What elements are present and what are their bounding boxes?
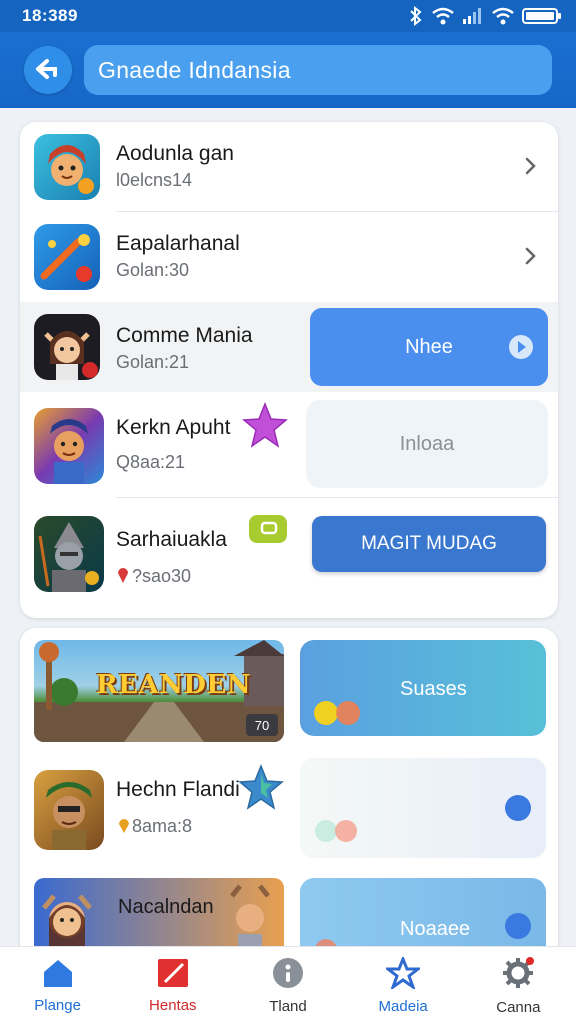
dots-icon — [312, 700, 366, 732]
wifi-strength-icon — [492, 7, 514, 25]
app-bar: Gnaede Idndansia — [0, 32, 576, 108]
card-label: Noaaee — [400, 918, 471, 940]
signal-icon — [462, 7, 484, 25]
status-time: 18:389 — [22, 6, 78, 25]
home-icon — [41, 958, 75, 993]
list-item[interactable]: Eapalarhanal Golan:30 — [20, 212, 558, 302]
game-icon — [34, 314, 100, 380]
item-action-button[interactable]: Inloaa — [306, 400, 548, 488]
nav-label: Hentas — [149, 996, 197, 1014]
item-subtitle: Golan:30 — [116, 260, 190, 280]
page-title: Gnaede Idndansia — [98, 56, 291, 83]
star-badge-icon — [238, 763, 284, 815]
nav-label: Tland — [269, 997, 307, 1015]
button-label: Inloaa — [399, 432, 455, 455]
status-dot-icon — [504, 912, 532, 946]
game-list-card: Aodunla gan l0elcns14 Eapalarhanal Golan… — [20, 122, 558, 618]
banner-badge: 70 — [246, 714, 278, 736]
button-label: MAGIT MUDAG — [361, 533, 497, 554]
game-icon — [34, 134, 100, 200]
game-icon — [34, 224, 100, 290]
item-title: Sarhaiuakla — [116, 528, 227, 551]
nav-item-hentas[interactable]: Hentas — [123, 958, 223, 1014]
item-subtitle: Golan:21 — [116, 352, 190, 372]
banner-title: REANDEN — [96, 670, 251, 700]
game-icon — [34, 516, 104, 592]
status-bar: 18:389 — [0, 0, 576, 32]
card-label: Suases — [400, 678, 467, 700]
back-arrow-icon — [35, 58, 61, 83]
list-item[interactable]: Kerkn Apuht Q8aa:21 Inloaa — [20, 392, 558, 498]
item-title: Comme Mania — [116, 324, 253, 347]
item-title: Eapalarhanal — [116, 232, 240, 255]
item-subtitle: 8ama:8 — [132, 816, 193, 836]
nav-item-canna[interactable]: Canna — [468, 956, 568, 1016]
list-item[interactable]: Aodunla gan l0elcns14 — [20, 122, 558, 212]
settings-gear-icon — [501, 956, 535, 995]
nav-item-home[interactable]: Plange — [8, 958, 108, 1014]
item-title: Nacalndan — [118, 896, 214, 918]
location-pin-icon — [117, 566, 129, 589]
item-subtitle: Q8aa:21 — [116, 452, 186, 472]
item-title: Kerkn Apuht — [116, 416, 231, 439]
list-item-selected[interactable]: Comme Mania Golan:21 Nhee — [20, 302, 558, 392]
game-icon — [34, 408, 104, 484]
featured-card: REANDEN 70 Suases Hechn Flandi 8ama:8 Na… — [20, 628, 558, 958]
game-icon — [34, 770, 104, 850]
dots-icon — [310, 818, 366, 849]
play-circle-icon — [508, 334, 534, 366]
item-subtitle: l0elcns14 — [116, 170, 193, 190]
nav-item-tland[interactable]: Tland — [238, 957, 338, 1015]
battery-icon — [522, 7, 562, 25]
item-subtitle: ?sao30 — [132, 566, 192, 586]
coin-icon — [117, 816, 131, 839]
status-icons — [408, 6, 562, 26]
item-action-button[interactable]: Nhee — [310, 308, 548, 386]
star-icon — [383, 954, 423, 994]
nav-label: Madeia — [378, 997, 428, 1015]
wifi-icon — [432, 7, 454, 25]
item-action-card[interactable] — [300, 758, 546, 858]
nav-item-madeia[interactable]: Madeia — [353, 954, 453, 1015]
flag-icon — [157, 958, 189, 993]
chevron-right-icon — [524, 156, 538, 176]
star-badge-icon — [242, 401, 288, 453]
nav-label: Canna — [496, 998, 541, 1016]
status-dot-icon — [504, 794, 532, 827]
list-item[interactable]: Sarhaiuakla ?sao30 MAGIT MUDAG — [20, 498, 558, 618]
list-item[interactable]: Hechn Flandi 8ama:8 — [20, 758, 558, 868]
item-title: Hechn Flandi — [116, 778, 240, 801]
controller-badge-icon — [248, 514, 288, 549]
bottom-navigation: Plange Hentas Tland Madeia Canna — [0, 946, 576, 1024]
page-title-field[interactable]: Gnaede Idndansia — [84, 45, 552, 95]
featured-action-card[interactable]: Suases — [300, 640, 546, 736]
info-circle-icon — [272, 957, 304, 994]
button-label: Nhee — [405, 335, 453, 358]
chevron-right-icon — [524, 246, 538, 266]
item-action-button[interactable]: MAGIT MUDAG — [312, 516, 546, 572]
back-button[interactable] — [24, 46, 72, 94]
featured-banner[interactable]: REANDEN 70 — [34, 640, 284, 742]
bluetooth-icon — [408, 6, 424, 26]
nav-label: Plange — [34, 996, 81, 1014]
item-title: Aodunla gan — [116, 142, 234, 165]
